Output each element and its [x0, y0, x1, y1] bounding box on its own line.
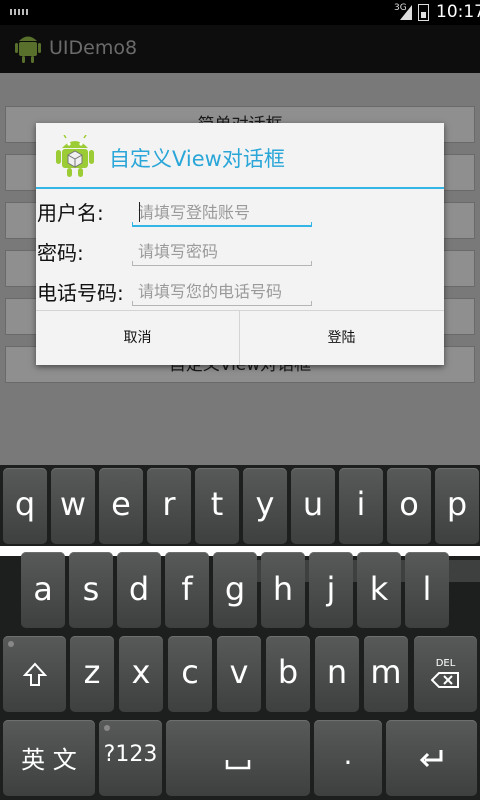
key-label: w	[59, 485, 87, 523]
backspace-icon	[431, 672, 459, 688]
phone-input[interactable]	[132, 279, 312, 303]
cancel-button[interactable]: 取消	[36, 311, 239, 365]
key-m[interactable]: m	[364, 636, 408, 712]
key-o[interactable]: o	[387, 468, 431, 544]
key-p[interactable]: p	[435, 468, 479, 544]
dialog-title-divider	[36, 187, 444, 189]
language-label: 英 文	[21, 746, 77, 774]
key-x[interactable]: x	[119, 636, 163, 712]
field-underline	[132, 261, 312, 266]
key-w[interactable]: w	[51, 468, 95, 544]
key-d[interactable]: d	[117, 552, 161, 628]
key-label: o	[399, 485, 419, 523]
key-label: s	[82, 570, 100, 608]
key-k[interactable]: k	[357, 552, 401, 628]
password-field[interactable]	[132, 239, 312, 266]
key-c[interactable]: c	[168, 636, 212, 712]
dialog-button-row: 取消 登陆	[36, 310, 444, 366]
key-z[interactable]: z	[70, 636, 114, 712]
login-button[interactable]: 登陆	[240, 311, 443, 365]
clock: 10:17	[436, 2, 480, 22]
dialog-title: 自定义View对话框	[109, 147, 285, 171]
symbols-label: ?123	[103, 742, 158, 767]
username-input[interactable]	[132, 200, 312, 224]
key-hint-dot	[8, 641, 14, 647]
key-t[interactable]: t	[195, 468, 239, 544]
key-v[interactable]: v	[217, 636, 261, 712]
username-field[interactable]	[132, 200, 312, 227]
key-u[interactable]: u	[291, 468, 335, 544]
key-hint-dot	[104, 725, 110, 731]
key-n[interactable]: n	[315, 636, 359, 712]
screen: 3G 10:17 UIDemo8 简单对话框 自定义View对话框	[0, 0, 480, 800]
key-label: i	[356, 485, 366, 523]
key-label: j	[326, 570, 336, 608]
enter-key[interactable]	[386, 720, 477, 796]
key-label: p	[446, 485, 468, 523]
language-key[interactable]: 英 文	[3, 720, 95, 796]
space-key[interactable]	[166, 720, 310, 796]
key-a[interactable]: a	[21, 552, 65, 628]
shift-key[interactable]	[3, 636, 66, 712]
delete-label: DEL	[435, 658, 456, 669]
key-label: b	[277, 653, 299, 691]
key-f[interactable]: f	[165, 552, 209, 628]
key-label: d	[128, 570, 150, 608]
key-q[interactable]: q	[3, 468, 47, 544]
key-label: v	[229, 653, 249, 691]
text-cursor	[139, 202, 140, 222]
space-icon	[225, 760, 251, 770]
battery-icon	[418, 4, 429, 21]
key-label: m	[370, 653, 402, 691]
key-label: y	[255, 485, 275, 523]
phone-field[interactable]	[132, 279, 312, 306]
key-label: l	[422, 570, 432, 608]
key-s[interactable]: s	[69, 552, 113, 628]
app-title: UIDemo8	[49, 37, 138, 59]
key-label: x	[131, 653, 151, 691]
custom-dialog: 自定义View对话框 用户名: 密码: 电话号码: 取消 登陆	[36, 123, 444, 365]
key-label: u	[302, 485, 324, 523]
password-input[interactable]	[132, 239, 312, 263]
key-j[interactable]: j	[309, 552, 353, 628]
key-label: c	[181, 653, 199, 691]
key-g[interactable]: g	[213, 552, 257, 628]
username-label: 用户名:	[37, 201, 104, 225]
key-r[interactable]: r	[147, 468, 191, 544]
symbols-key[interactable]: ?123	[99, 720, 162, 796]
delete-key[interactable]: DEL	[414, 636, 477, 712]
phone-label: 电话号码:	[37, 281, 124, 305]
field-underline	[132, 222, 312, 227]
key-label: e	[111, 485, 131, 523]
shift-icon	[23, 662, 47, 686]
key-label: q	[14, 485, 36, 523]
key-label: h	[272, 570, 294, 608]
status-bar: 3G 10:17	[0, 0, 480, 25]
action-bar: UIDemo8	[0, 25, 480, 73]
key-label: k	[369, 570, 389, 608]
key-b[interactable]: b	[266, 636, 310, 712]
key-label: a	[33, 570, 53, 608]
key-label: n	[326, 653, 348, 691]
key-i[interactable]: i	[339, 468, 383, 544]
notification-icon	[10, 9, 28, 15]
signal-icon	[400, 5, 412, 20]
password-label: 密码:	[37, 241, 84, 265]
period-key[interactable]: .	[314, 720, 382, 796]
key-label: t	[210, 485, 224, 523]
key-y[interactable]: y	[243, 468, 287, 544]
key-label: r	[162, 485, 176, 523]
android-robot-icon	[15, 36, 41, 63]
key-label: z	[83, 653, 101, 691]
key-e[interactable]: e	[99, 468, 143, 544]
android-robot-icon	[56, 135, 94, 177]
key-l[interactable]: l	[405, 552, 449, 628]
key-h[interactable]: h	[261, 552, 305, 628]
key-label: f	[181, 570, 193, 608]
period-label: .	[343, 738, 353, 771]
field-underline	[132, 301, 312, 306]
key-label: g	[224, 570, 246, 608]
enter-icon	[419, 750, 443, 768]
